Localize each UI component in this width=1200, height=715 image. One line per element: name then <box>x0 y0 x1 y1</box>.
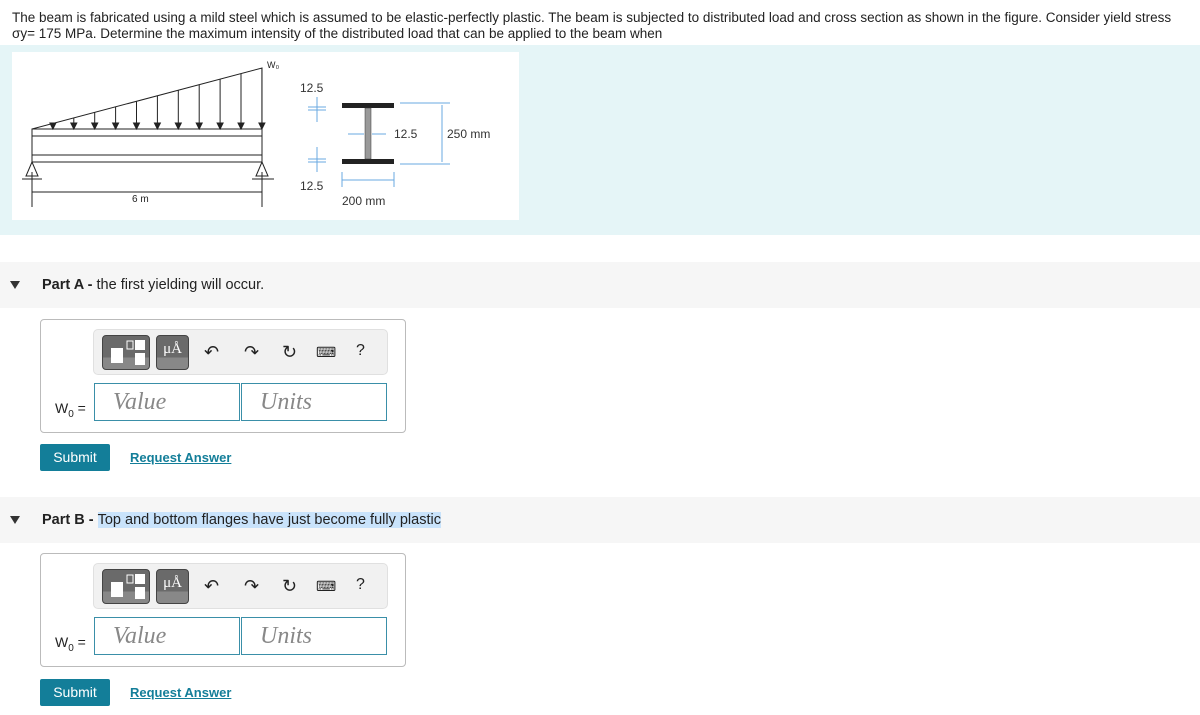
reset-icon[interactable]: ↻ <box>282 342 297 363</box>
keyboard-icon[interactable]: ⌨ <box>316 578 336 595</box>
templates-button[interactable] <box>102 335 150 370</box>
part-title: Part B - Top and bottom flanges have jus… <box>42 512 441 528</box>
variable-label: W0 = <box>55 400 86 420</box>
undo-icon[interactable]: ↶ <box>204 576 219 597</box>
part-title: Part A - the first yielding will occur. <box>42 277 265 293</box>
symbols-button[interactable]: μÅ <box>156 335 189 370</box>
depth-label: 250 mm <box>447 127 490 141</box>
web-label: 12.5 <box>394 127 418 141</box>
templates-button[interactable] <box>102 569 150 604</box>
redo-icon[interactable]: ↷ <box>244 342 259 363</box>
variable-label: W0 = <box>55 634 86 654</box>
value-input[interactable]: Value <box>94 383 240 421</box>
flange-top-label: 12.5 <box>300 81 324 95</box>
math-toolbar: μÅ ↶ ↷ ↻ ⌨ ? <box>93 329 388 375</box>
request-answer-link[interactable]: Request Answer <box>130 450 231 465</box>
help-icon[interactable]: ? <box>356 342 365 360</box>
request-answer-link[interactable]: Request Answer <box>130 685 231 700</box>
answer-box: μÅ ↶ ↷ ↻ ⌨ ? W0 = Value Units <box>40 319 406 433</box>
flange-bottom-label: 12.5 <box>300 179 324 193</box>
part-header[interactable]: Part B - Top and bottom flanges have jus… <box>0 497 1200 543</box>
value-input[interactable]: Value <box>94 617 240 655</box>
beam-figure: W₀ 6 m 12.5 12.5 12.5 250 mm 200 mm <box>12 52 519 220</box>
width-label: 200 mm <box>342 194 385 208</box>
problem-statement: The beam is fabricated using a mild stee… <box>12 10 1172 41</box>
reset-icon[interactable]: ↻ <box>282 576 297 597</box>
collapse-triangle-icon[interactable] <box>10 516 20 524</box>
span-label: 6 m <box>132 194 149 205</box>
units-input[interactable]: Units <box>241 617 387 655</box>
help-icon[interactable]: ? <box>356 576 365 594</box>
symbols-button[interactable]: μÅ <box>156 569 189 604</box>
submit-button[interactable]: Submit <box>40 679 110 706</box>
units-input[interactable]: Units <box>241 383 387 421</box>
submit-button[interactable]: Submit <box>40 444 110 471</box>
part-header[interactable]: Part A - the first yielding will occur. <box>0 262 1200 308</box>
answer-box: μÅ ↶ ↷ ↻ ⌨ ? W0 = Value Units <box>40 553 406 667</box>
math-toolbar: μÅ ↶ ↷ ↻ ⌨ ? <box>93 563 388 609</box>
undo-icon[interactable]: ↶ <box>204 342 219 363</box>
redo-icon[interactable]: ↷ <box>244 576 259 597</box>
load-label: W₀ <box>267 60 279 70</box>
keyboard-icon[interactable]: ⌨ <box>316 344 336 361</box>
collapse-triangle-icon[interactable] <box>10 281 20 289</box>
